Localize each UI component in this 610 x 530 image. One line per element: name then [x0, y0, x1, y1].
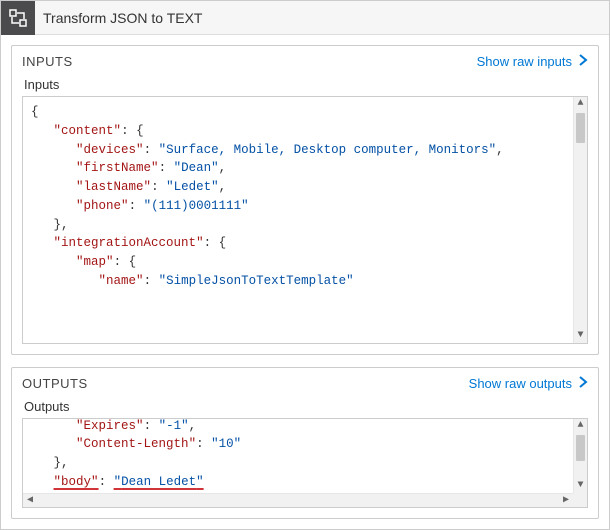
scroll-right-icon: ▶ [559, 494, 573, 507]
outputs-code-box: { "Expires": "-1", "Content-Length": "10… [22, 418, 588, 508]
inputs-panel: INPUTS Show raw inputs Inputs { "content… [11, 45, 599, 355]
scroll-up-icon: ▲ [574, 419, 587, 433]
outputs-heading: OUTPUTS [22, 376, 88, 391]
app-root: Transform JSON to TEXT INPUTS Show raw i… [0, 0, 610, 530]
transform-icon [1, 1, 35, 35]
outputs-panel-header: OUTPUTS Show raw outputs [12, 368, 598, 397]
scrollbar-thumb[interactable] [576, 435, 585, 461]
show-raw-outputs-label: Show raw outputs [469, 376, 572, 391]
inputs-vertical-scrollbar[interactable]: ▲ ▼ [573, 97, 587, 343]
inputs-panel-body: Inputs { "content": { "devices": "Surfac… [12, 75, 598, 354]
chevron-right-icon [578, 54, 588, 69]
outputs-vertical-scrollbar[interactable]: ▲ ▼ [573, 419, 587, 493]
page-title: Transform JSON to TEXT [43, 10, 202, 26]
inputs-panel-header: INPUTS Show raw inputs [12, 46, 598, 75]
outputs-code-content: { "Expires": "-1", "Content-Length": "10… [23, 418, 573, 493]
scroll-up-icon: ▲ [574, 97, 587, 111]
scroll-left-icon: ◀ [23, 494, 37, 507]
inputs-code-content: { "content": { "devices": "Surface, Mobi… [23, 97, 573, 343]
scrollbar-corner [573, 493, 587, 507]
inputs-sub-label: Inputs [24, 77, 588, 92]
chevron-right-icon [578, 376, 588, 391]
scroll-down-icon: ▼ [574, 329, 587, 343]
body-key-highlight: "body" [54, 475, 99, 489]
body-value-highlight: "Dean Ledet" [114, 475, 204, 489]
scrollbar-thumb[interactable] [576, 113, 585, 143]
show-raw-outputs-link[interactable]: Show raw outputs [469, 376, 588, 391]
show-raw-inputs-label: Show raw inputs [477, 54, 572, 69]
show-raw-inputs-link[interactable]: Show raw inputs [477, 54, 588, 69]
content-area: INPUTS Show raw inputs Inputs { "content… [1, 35, 609, 529]
titlebar: Transform JSON to TEXT [1, 1, 609, 35]
inputs-code-box: { "content": { "devices": "Surface, Mobi… [22, 96, 588, 344]
scroll-down-icon: ▼ [574, 479, 587, 493]
inputs-heading: INPUTS [22, 54, 73, 69]
outputs-sub-label: Outputs [24, 399, 588, 414]
outputs-panel-body: Outputs { "Expires": "-1", "Content-Leng… [12, 397, 598, 518]
outputs-panel: OUTPUTS Show raw outputs Outputs { "Expi… [11, 367, 599, 519]
outputs-horizontal-scrollbar[interactable]: ◀ ▶ [23, 493, 573, 507]
